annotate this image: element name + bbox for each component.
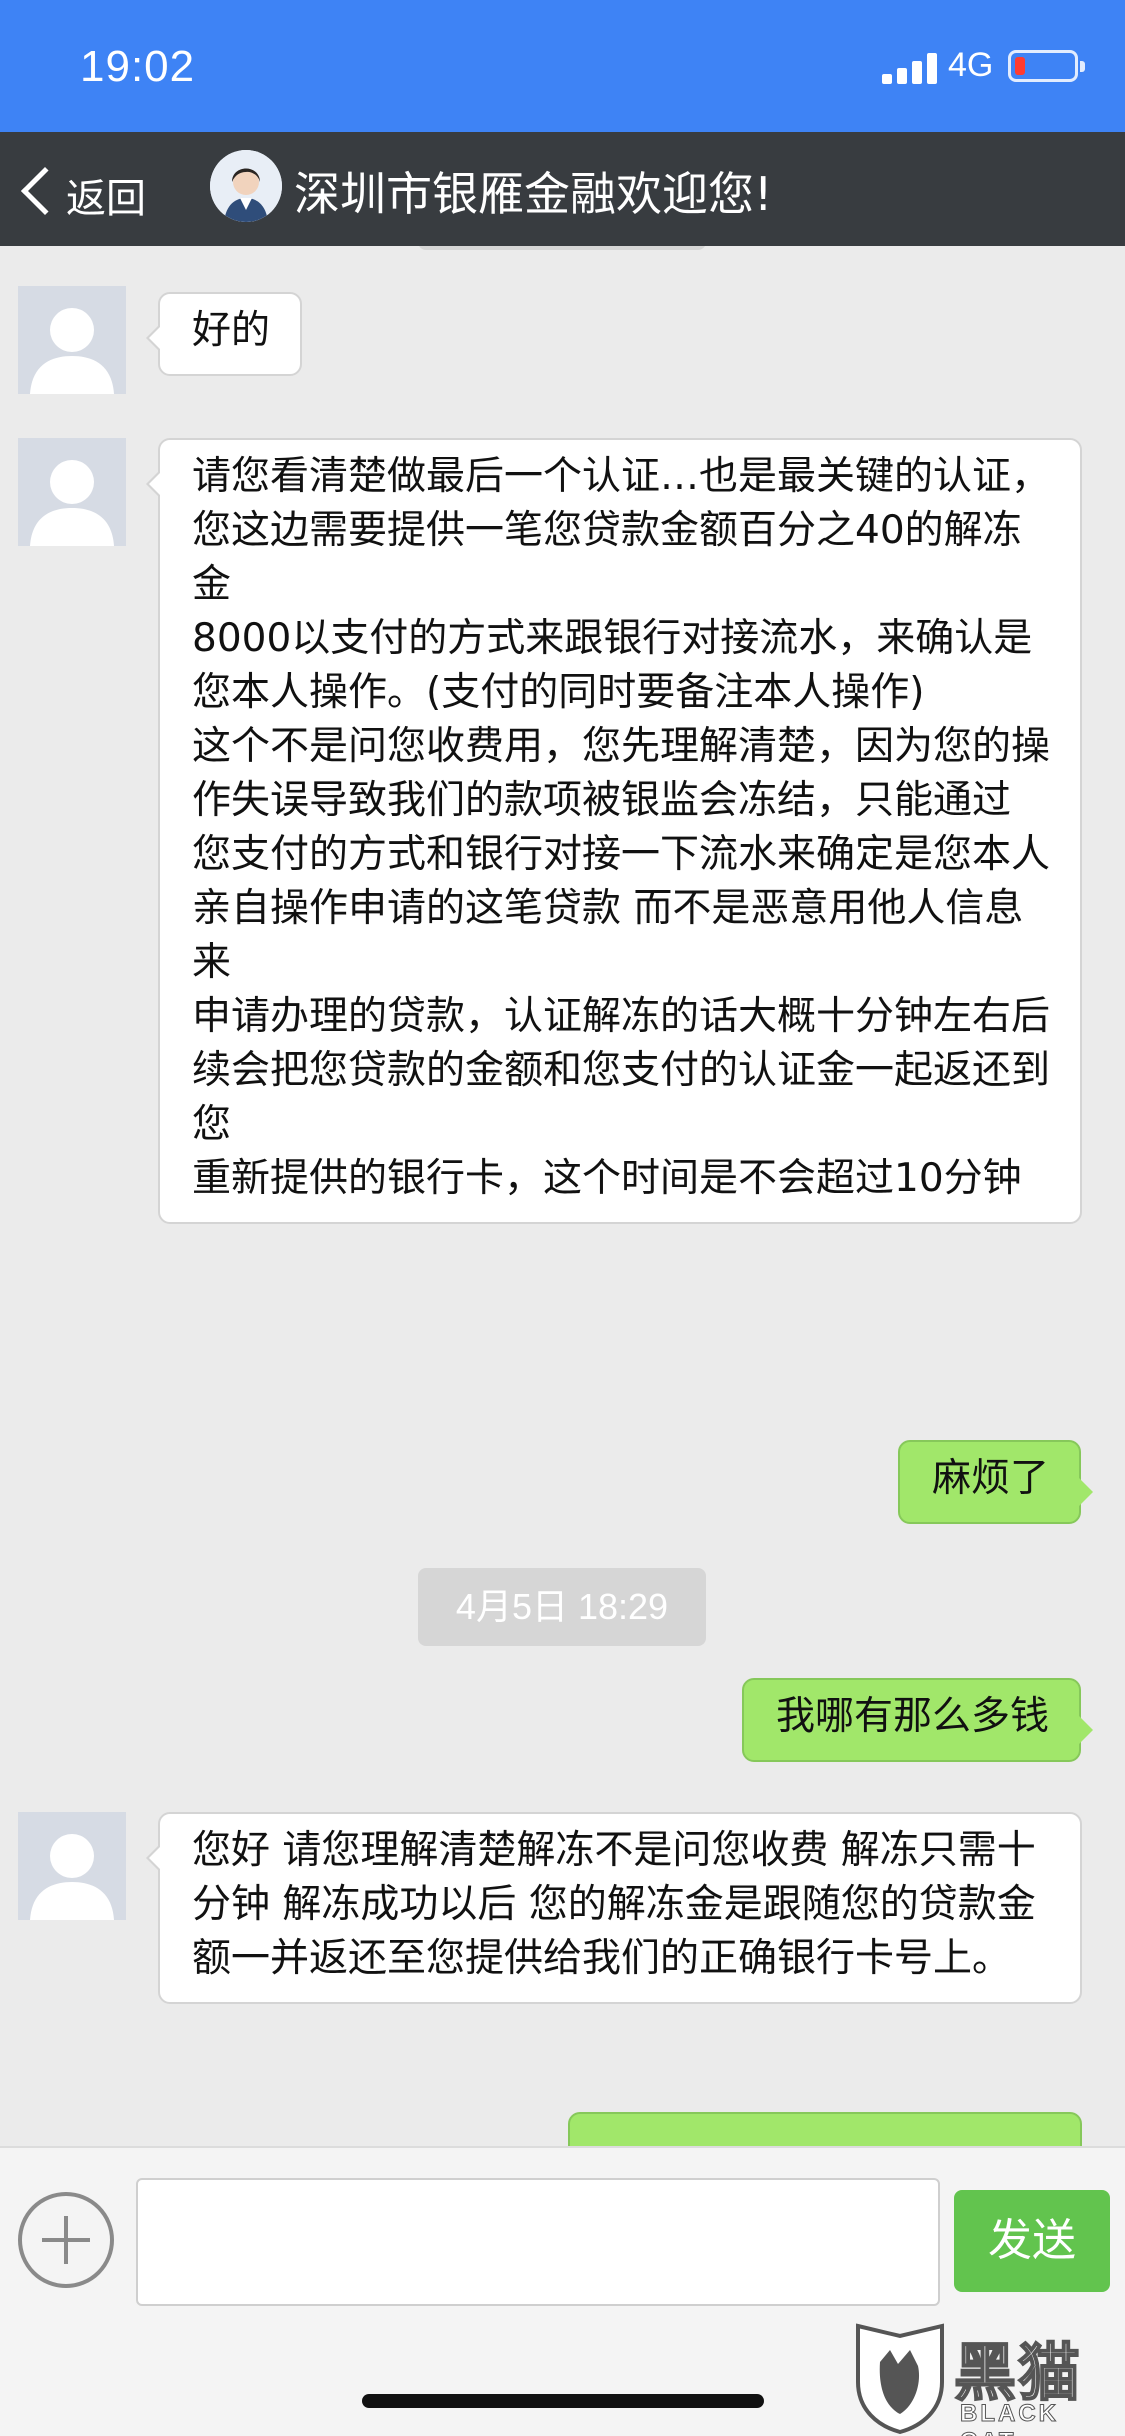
watermark: 黑猫 BLACK CAT xyxy=(846,2318,1125,2436)
cellular-signal-icon xyxy=(882,52,938,84)
watermark-subtext: BLACK CAT xyxy=(960,2400,1059,2436)
message-bubble-sent-partial[interactable] xyxy=(568,2112,1082,2146)
chat-message-list[interactable]: 好的 请您看清楚做最后一个认证…也是最关键的认证，您这边需要提供一笔您贷款金额百… xyxy=(0,246,1125,2146)
network-type-label: 4G xyxy=(948,46,994,84)
timestamp-stub xyxy=(418,246,706,250)
chevron-left-icon xyxy=(20,166,70,216)
back-label: 返回 xyxy=(66,176,146,222)
message-bubble-received[interactable]: 好的 xyxy=(145,292,303,376)
message-bubble-sent[interactable]: 我哪有那么多钱 xyxy=(741,1678,1094,1762)
sender-avatar[interactable] xyxy=(18,438,126,546)
back-button[interactable]: 返回 xyxy=(14,152,164,226)
contact-avatar[interactable] xyxy=(210,150,282,222)
sender-avatar[interactable] xyxy=(18,1812,126,1920)
message-bubble-received[interactable]: 请您看清楚做最后一个认证…也是最关键的认证，您这边需要提供一笔您贷款金额百分之4… xyxy=(146,438,1082,1224)
chat-title: 深圳市银雁金融欢迎您! xyxy=(294,167,773,221)
home-indicator[interactable] xyxy=(362,2394,764,2408)
message-bubble-sent[interactable]: 麻烦了 xyxy=(897,1440,1094,1524)
chat-header: 返回 深圳市银雁金融欢迎您! xyxy=(0,132,1125,246)
cat-shield-logo-icon xyxy=(856,2323,944,2434)
message-input[interactable] xyxy=(136,2178,940,2306)
add-attachment-button[interactable] xyxy=(18,2192,114,2288)
watermark-text: 黑猫 xyxy=(953,2335,1083,2410)
sender-avatar[interactable] xyxy=(18,286,126,394)
battery-icon xyxy=(1008,50,1085,82)
status-bar: 19:02 4G xyxy=(0,0,1125,132)
timestamp-label: 4月5日 18:29 xyxy=(418,1568,706,1646)
status-time: 19:02 xyxy=(80,42,196,91)
send-button[interactable]: 发送 xyxy=(954,2190,1110,2292)
message-bubble-received[interactable]: 您好 请您理解清楚解冻不是问您收费 解冻只需十分钟 解冻成功以后 您的解冻金是跟… xyxy=(146,1812,1082,2004)
